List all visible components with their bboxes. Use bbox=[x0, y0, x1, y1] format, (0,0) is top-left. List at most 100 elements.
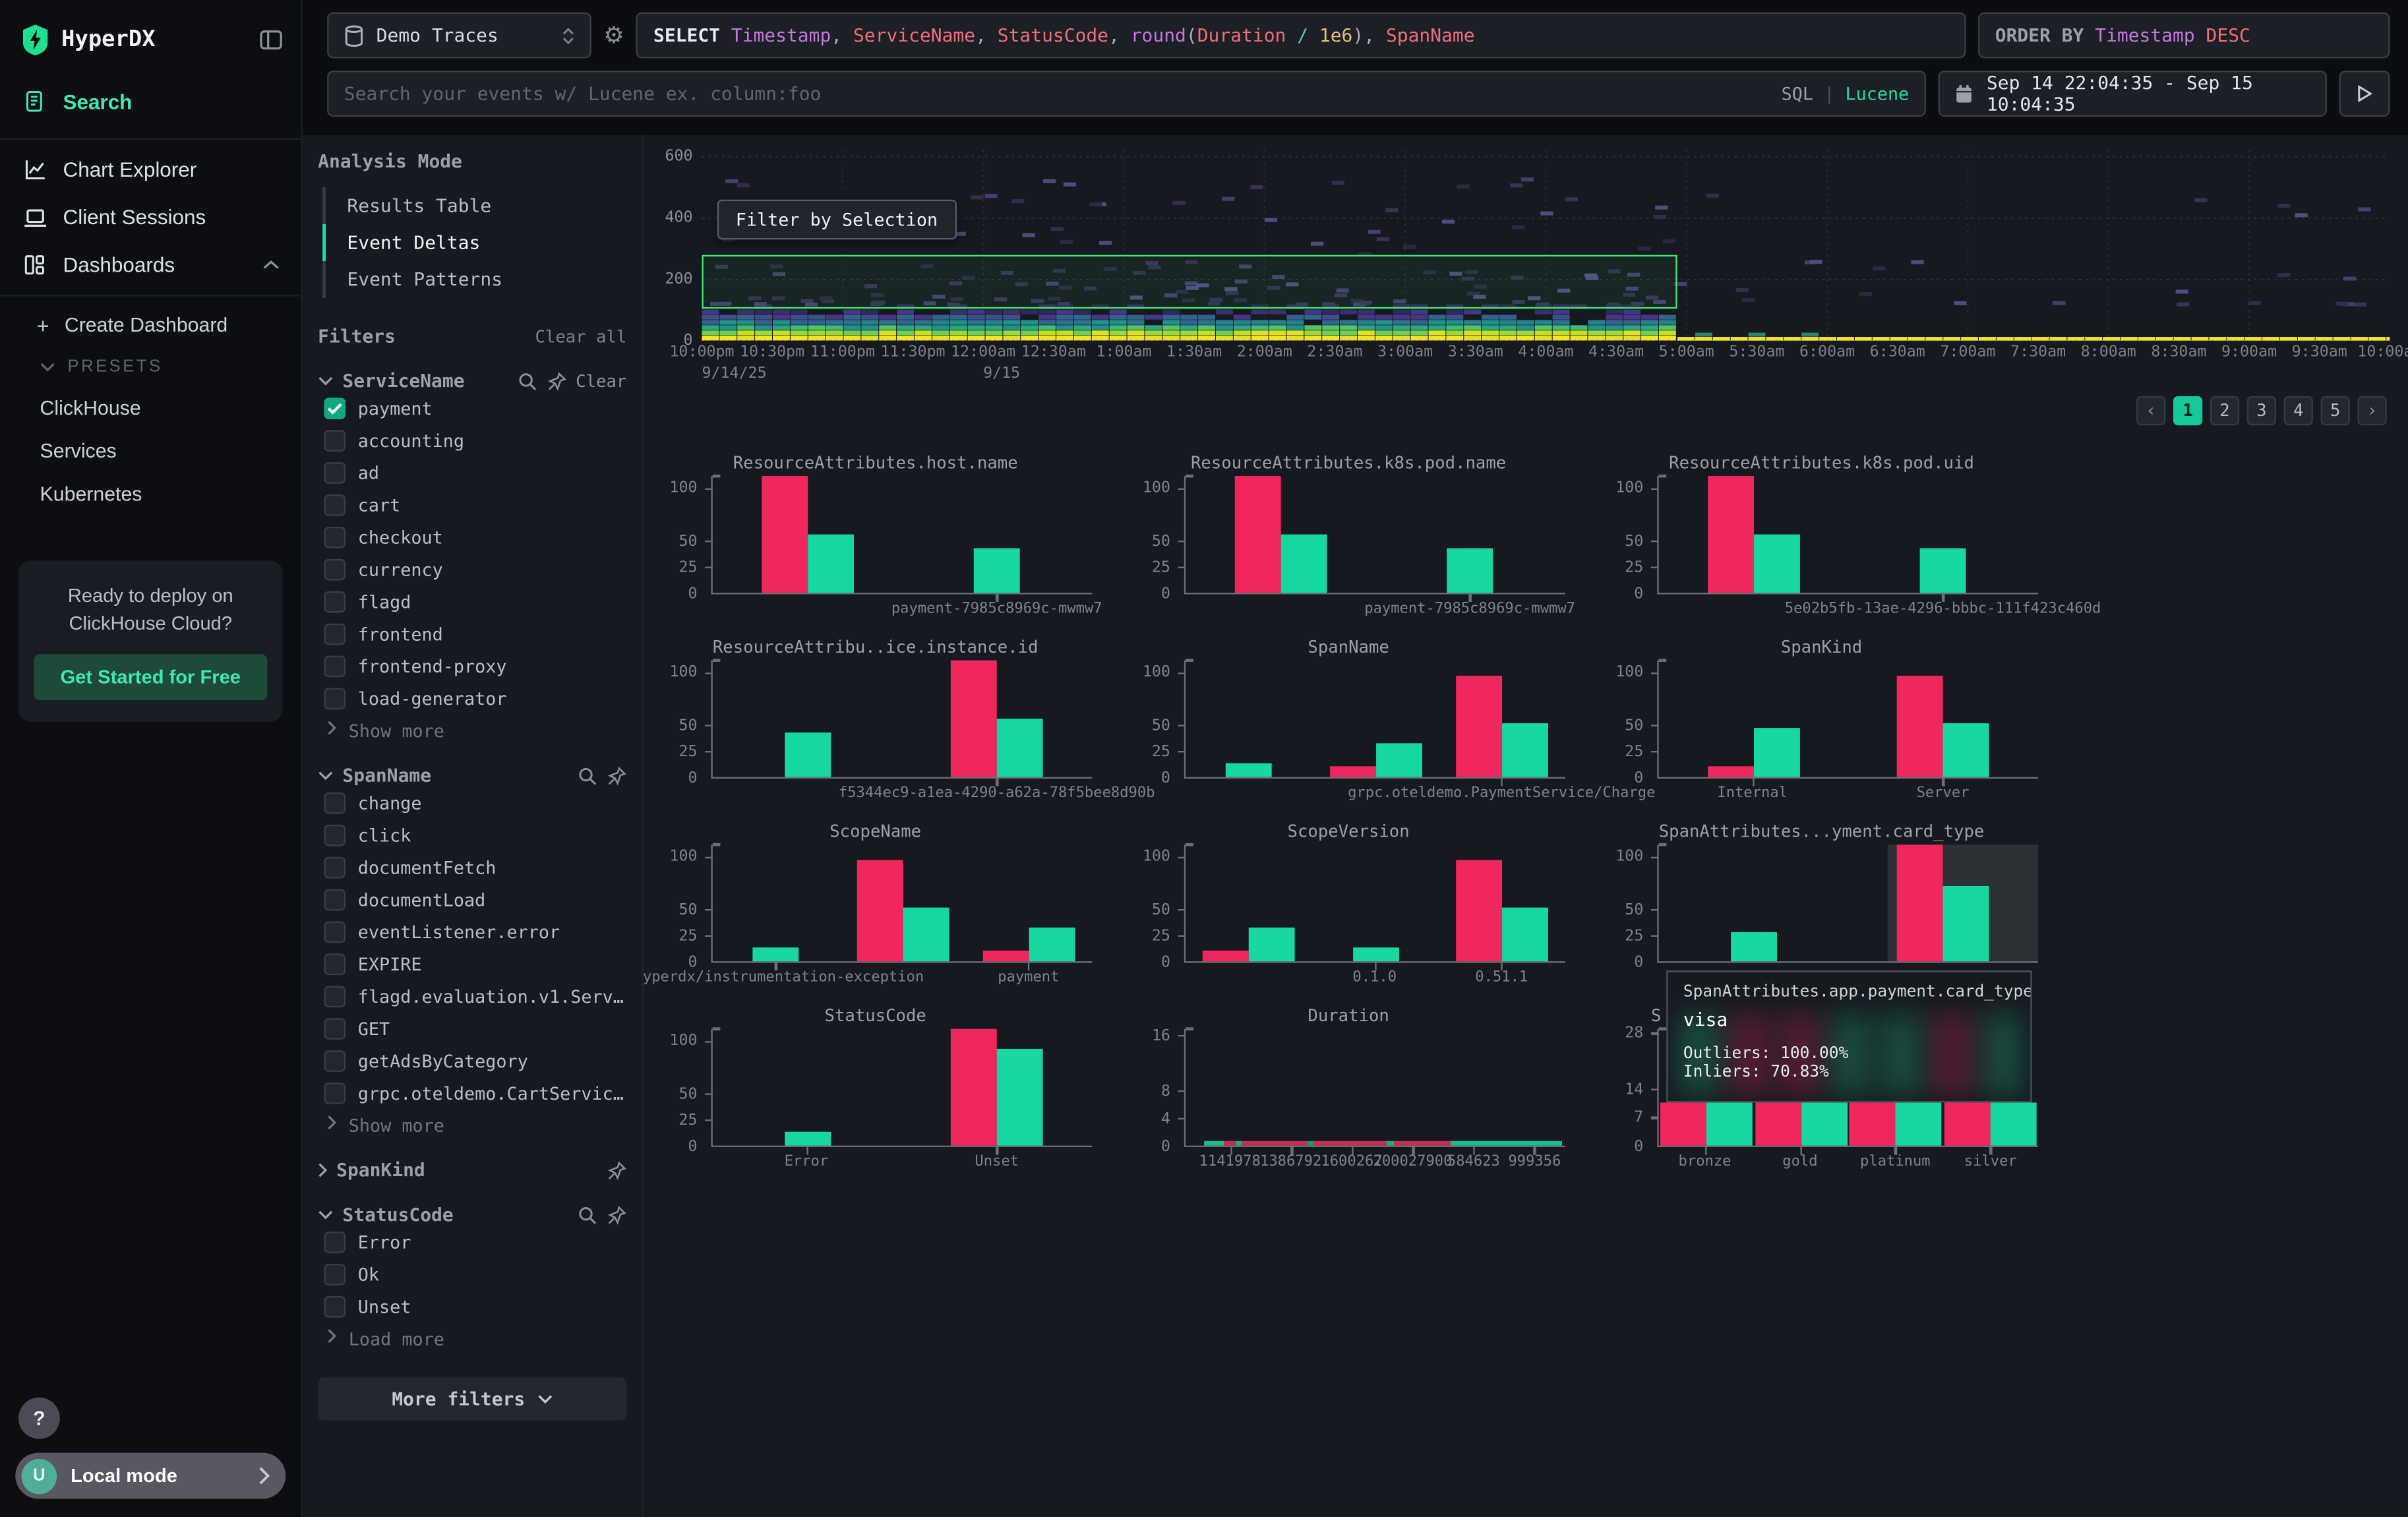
filter-group-header[interactable]: ServiceNameClear bbox=[318, 370, 626, 392]
pin-icon[interactable] bbox=[607, 1160, 626, 1180]
bar-inliers[interactable] bbox=[808, 535, 854, 593]
checkbox[interactable] bbox=[324, 1082, 346, 1104]
sidebar-subitem-clickhouse[interactable]: ClickHouse bbox=[0, 386, 301, 429]
duration-heatmap[interactable]: Filter by Selection bbox=[702, 150, 2390, 341]
checkbox[interactable] bbox=[324, 558, 346, 580]
bar-inliers[interactable] bbox=[1447, 548, 1493, 593]
filter-item[interactable]: Unset bbox=[318, 1290, 626, 1323]
duration-histogram-strip[interactable] bbox=[1204, 1141, 1562, 1146]
bar-outliers[interactable] bbox=[982, 951, 1029, 961]
filter-item[interactable]: Ok bbox=[318, 1258, 626, 1290]
analysis-mode-event-deltas[interactable]: Event Deltas bbox=[326, 224, 627, 261]
bar-inliers[interactable] bbox=[1920, 548, 1966, 593]
order-by-input[interactable]: ORDER BY Timestamp DESC bbox=[1978, 13, 2390, 59]
bar-inliers[interactable] bbox=[1753, 728, 1799, 777]
filter-item[interactable]: grpc.oteldemo.CartServic… bbox=[318, 1077, 626, 1109]
bar-inliers[interactable] bbox=[974, 548, 1020, 593]
sidebar-subitem-create-dashboard[interactable]: +Create Dashboard bbox=[0, 303, 301, 347]
bar-inliers[interactable] bbox=[1896, 1104, 1942, 1146]
checkbox[interactable] bbox=[324, 1295, 346, 1317]
bar-outliers[interactable] bbox=[1660, 1104, 1706, 1146]
bar-inliers[interactable] bbox=[1352, 947, 1399, 961]
bar-outliers[interactable] bbox=[1897, 675, 1943, 777]
sql-select-input[interactable]: SELECT Timestamp, ServiceName, StatusCod… bbox=[636, 13, 1966, 59]
analysis-mode-results-table[interactable]: Results Table bbox=[326, 187, 627, 224]
checkbox[interactable] bbox=[324, 1050, 346, 1071]
bar-inliers[interactable] bbox=[1753, 535, 1799, 593]
sql-toggle[interactable]: SQL bbox=[1782, 83, 1813, 105]
pagination-page-3[interactable]: 3 bbox=[2247, 396, 2276, 425]
bar-outliers[interactable] bbox=[762, 476, 808, 593]
clear-filter-button[interactable]: Clear bbox=[576, 371, 626, 391]
sidebar-subitem-presets[interactable]: PRESETS bbox=[0, 347, 301, 385]
heatmap-selection-box[interactable] bbox=[702, 256, 1677, 309]
pin-icon[interactable] bbox=[547, 371, 566, 391]
bar-inliers[interactable] bbox=[1375, 744, 1422, 777]
checkbox[interactable] bbox=[324, 920, 346, 942]
filter-item[interactable]: ad bbox=[318, 456, 626, 489]
checkbox[interactable] bbox=[324, 1263, 346, 1285]
filter-item[interactable]: documentLoad bbox=[318, 883, 626, 915]
filter-item[interactable]: getAdsByCategory bbox=[318, 1044, 626, 1077]
pagination-page-2[interactable]: 2 bbox=[2210, 396, 2239, 425]
bar-inliers[interactable] bbox=[1706, 1104, 1753, 1146]
bar-outliers[interactable] bbox=[1944, 1104, 1991, 1146]
filter-item[interactable]: currency bbox=[318, 553, 626, 585]
bar-outliers[interactable] bbox=[1755, 1104, 1801, 1146]
pagination-next[interactable]: › bbox=[2357, 396, 2386, 425]
filter-group-header[interactable]: StatusCode bbox=[318, 1204, 626, 1226]
analysis-mode-event-patterns[interactable]: Event Patterns bbox=[326, 261, 627, 298]
bar-inliers[interactable] bbox=[1943, 886, 1989, 961]
pin-icon[interactable] bbox=[607, 1205, 626, 1224]
account-button[interactable]: U Local mode bbox=[15, 1453, 286, 1499]
filter-item[interactable]: click bbox=[318, 819, 626, 851]
filter-item[interactable]: change bbox=[318, 787, 626, 819]
filter-group-header[interactable]: SpanKind bbox=[318, 1160, 626, 1181]
bar-inliers[interactable] bbox=[1502, 908, 1548, 962]
bar-inliers[interactable] bbox=[1943, 723, 1989, 777]
bar-outliers[interactable] bbox=[857, 860, 903, 961]
checkbox[interactable] bbox=[324, 397, 346, 419]
sidebar-item-dashboards[interactable]: Dashboards bbox=[0, 241, 301, 289]
checkbox[interactable] bbox=[324, 824, 346, 846]
filter-item[interactable]: EXPIRE bbox=[318, 947, 626, 980]
filter-item[interactable]: documentFetch bbox=[318, 850, 626, 883]
sidebar-item-search[interactable]: Search bbox=[0, 71, 301, 132]
filter-item[interactable]: eventListener.error bbox=[318, 915, 626, 947]
filter-item[interactable]: flagd.evaluation.v1.Serv… bbox=[318, 980, 626, 1012]
filter-item[interactable]: payment bbox=[318, 392, 626, 424]
checkbox[interactable] bbox=[324, 856, 346, 878]
checkbox[interactable] bbox=[324, 655, 346, 676]
bar-outliers[interactable] bbox=[951, 1029, 997, 1146]
checkbox[interactable] bbox=[324, 889, 346, 910]
pagination-page-1[interactable]: 1 bbox=[2173, 396, 2202, 425]
search-icon[interactable] bbox=[578, 1205, 597, 1224]
bar-inliers[interactable] bbox=[1731, 932, 1777, 961]
checkbox[interactable] bbox=[324, 985, 346, 1007]
pagination-page-5[interactable]: 5 bbox=[2321, 396, 2350, 425]
bar-inliers[interactable] bbox=[1991, 1104, 2037, 1146]
bar-outliers[interactable] bbox=[1850, 1104, 1896, 1146]
bar-inliers[interactable] bbox=[997, 1049, 1043, 1146]
filter-item[interactable]: accounting bbox=[318, 424, 626, 456]
bar-outliers[interactable] bbox=[1708, 476, 1754, 593]
sidebar-collapse-icon[interactable] bbox=[260, 29, 283, 51]
gear-icon[interactable]: ⚙ bbox=[603, 22, 624, 49]
bar-outliers[interactable] bbox=[1708, 767, 1754, 777]
search-icon[interactable] bbox=[518, 371, 537, 391]
sidebar-subitem-services[interactable]: Services bbox=[0, 429, 301, 471]
checkbox[interactable] bbox=[324, 687, 346, 709]
checkbox[interactable] bbox=[324, 494, 346, 516]
bar-inliers[interactable] bbox=[1801, 1104, 1847, 1146]
pin-icon[interactable] bbox=[607, 765, 626, 785]
filter-item[interactable]: GET bbox=[318, 1012, 626, 1044]
lucene-toggle[interactable]: Lucene bbox=[1846, 83, 1910, 105]
filter-item[interactable]: load-generator bbox=[318, 682, 626, 714]
show-more-button[interactable]: Show more bbox=[318, 1109, 626, 1137]
checkbox[interactable] bbox=[324, 792, 346, 814]
pagination-prev[interactable]: ‹ bbox=[2136, 396, 2165, 425]
bar-inliers[interactable] bbox=[753, 947, 799, 961]
filter-item[interactable]: checkout bbox=[318, 521, 626, 553]
filter-item[interactable]: frontend bbox=[318, 617, 626, 649]
bar-outliers[interactable] bbox=[1456, 860, 1502, 961]
